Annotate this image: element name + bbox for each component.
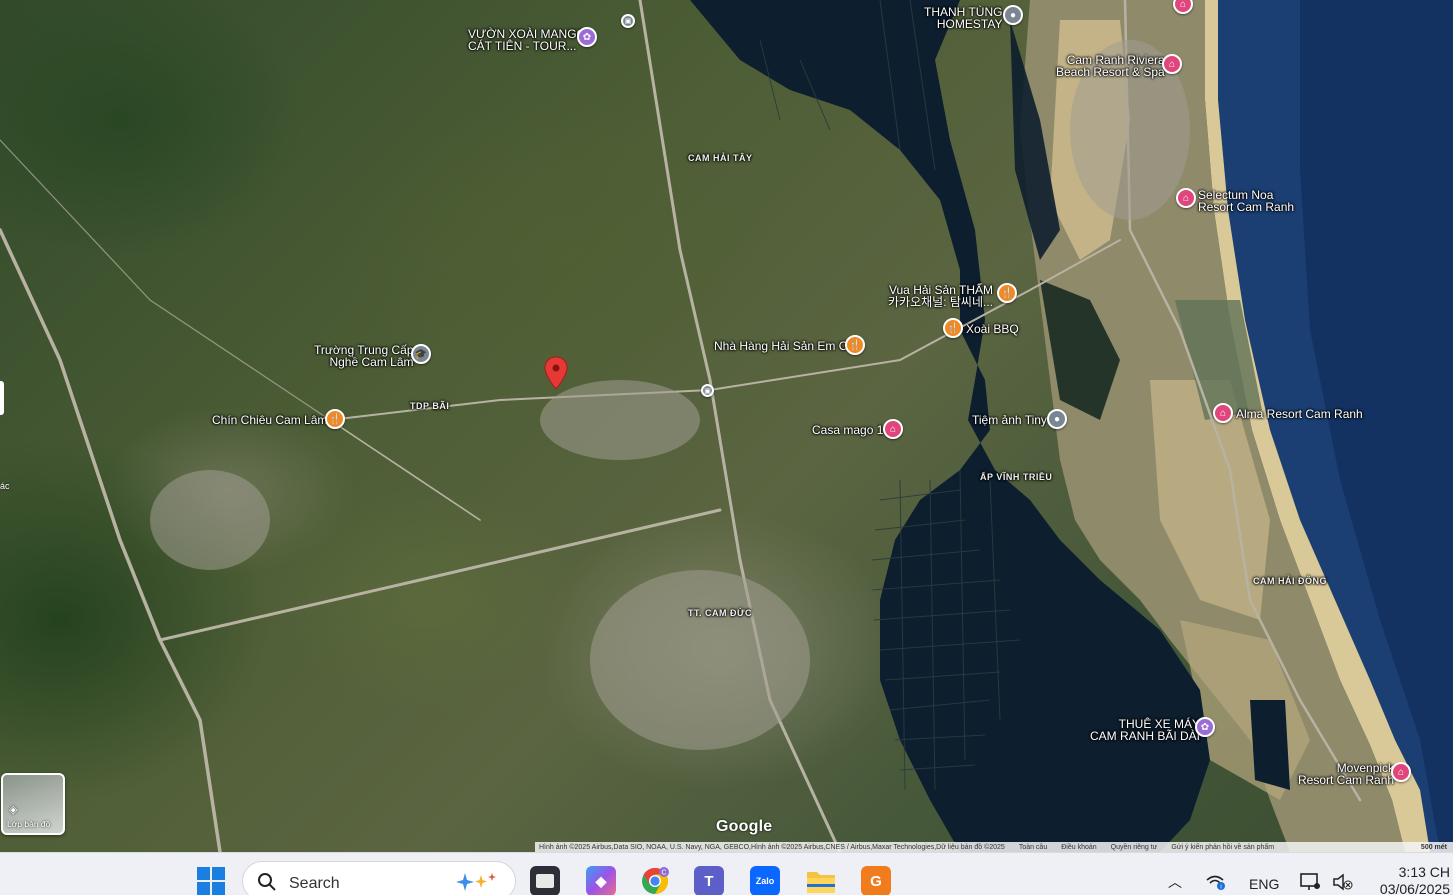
svg-text:i: i bbox=[1220, 885, 1221, 891]
area-label-cam-hai-tay: CAM HẢI TÂY bbox=[688, 153, 753, 163]
search-placeholder: Search bbox=[289, 875, 340, 892]
place-label-chin-chieu[interactable]: Chín Chiêu Cam Lâm bbox=[212, 414, 327, 426]
place-label-line: Resort Cam Ranh bbox=[1298, 773, 1395, 787]
place-label-thue-xe[interactable]: THUÊ XE MÁY CAM RANH BÃI DÀI bbox=[1090, 718, 1200, 742]
clock-time: 3:13 CH bbox=[1398, 864, 1450, 880]
place-label-movenpick[interactable]: Movenpick Resort Cam Ranh bbox=[1298, 762, 1394, 786]
hotel-pin-icon[interactable]: ⌂ bbox=[1162, 54, 1182, 74]
copilot-icon[interactable]: ◆ bbox=[586, 866, 616, 895]
search-icon bbox=[258, 873, 276, 891]
place-label-line: Nghề Cam Lâm bbox=[329, 355, 414, 369]
input-language-indicator[interactable]: ENG bbox=[1249, 876, 1279, 892]
hotel-pin-icon[interactable]: ⌂ bbox=[883, 419, 903, 439]
terms-link[interactable]: Điều khoản bbox=[1061, 844, 1096, 851]
place-label-vuon-xoai[interactable]: VƯỜN XOÀI MANGO CÁT TIÊN - TOUR... bbox=[468, 28, 586, 52]
side-panel-toggle[interactable] bbox=[0, 381, 4, 415]
zalo-icon[interactable]: Zalo bbox=[750, 866, 780, 895]
imagery-credit: Hình ảnh ©2025 Airbus,Data SIO, NOAA, U.… bbox=[539, 843, 1005, 851]
attraction-pin-icon[interactable]: ✿ bbox=[1195, 717, 1215, 737]
restaurant-pin-icon[interactable]: 🍴 bbox=[325, 409, 345, 429]
search-highlight-sparkle-icon bbox=[456, 873, 496, 891]
layers-icon: ◈ bbox=[9, 804, 18, 816]
place-label-casa-mago[interactable]: Casa mago 1 bbox=[812, 424, 883, 436]
bus-stop-icon[interactable]: ▣ bbox=[621, 14, 635, 28]
dark-folder-app-icon[interactable] bbox=[530, 866, 560, 895]
restaurant-pin-icon[interactable]: 🍴 bbox=[845, 335, 865, 355]
place-label-xoai-bbq[interactable]: Xoài BBQ bbox=[966, 323, 1019, 335]
area-label-tdp-bai: TDP BÃI bbox=[410, 401, 450, 411]
hotel-pin-icon[interactable]: ⌂ bbox=[1213, 403, 1233, 423]
place-label-vua-hai-san[interactable]: Vua Hải Sản THẨM 카카오채널: 탐씨네... bbox=[888, 284, 993, 308]
school-pin-icon[interactable]: 🎓 bbox=[411, 344, 431, 364]
satellite-map[interactable]: VƯỜN XOÀI MANGO CÁT TIÊN - TOUR... ✿ ▣ T… bbox=[0, 0, 1453, 852]
place-label-line: 카카오채널: 탐씨네... bbox=[888, 295, 993, 309]
restaurant-pin-icon[interactable]: 🍴 bbox=[997, 283, 1017, 303]
area-label-tt-cam-duc: TT. CAM ĐỨC bbox=[688, 608, 752, 618]
selected-location-pin-icon[interactable] bbox=[543, 356, 569, 390]
photo-shop-pin-icon[interactable]: ● bbox=[1047, 409, 1067, 429]
place-label-nha-hang[interactable]: Nhà Hàng Hải Sản Em Ơi bbox=[714, 340, 852, 352]
place-label-line: Resort Cam Ranh bbox=[1198, 200, 1295, 214]
place-label-line: Beach Resort & Spa bbox=[1056, 65, 1165, 79]
map-scale[interactable]: 500 mét bbox=[1421, 844, 1453, 851]
place-label-thanh-tung[interactable]: THANH TÙNG HOMESTAY bbox=[924, 6, 1002, 30]
bus-stop-icon[interactable]: ▣ bbox=[701, 384, 714, 397]
svg-text:C: C bbox=[661, 870, 666, 877]
file-explorer-icon[interactable] bbox=[806, 866, 836, 895]
restaurant-pin-icon[interactable]: 🍴 bbox=[943, 318, 963, 338]
taskbar-search-box[interactable]: Search bbox=[242, 861, 516, 895]
google-logo: Google bbox=[716, 818, 773, 835]
foxit-reader-icon[interactable]: G bbox=[861, 866, 891, 895]
network-warning-icon[interactable]: i bbox=[1205, 873, 1227, 891]
place-label-line: CAM RANH BÃI DÀI bbox=[1090, 729, 1201, 743]
place-label-line: HOMESTAY bbox=[936, 17, 1003, 31]
show-hidden-icons-chevron-icon[interactable]: ︿ bbox=[1168, 872, 1182, 892]
map-attribution-bar: Hình ảnh ©2025 Airbus,Data SIO, NOAA, U.… bbox=[535, 842, 1453, 852]
privacy-link[interactable]: Quyền riêng tư bbox=[1111, 844, 1158, 851]
feedback-link[interactable]: Gửi ý kiến phản hồi về sản phẩm bbox=[1171, 844, 1274, 851]
windows-start-icon[interactable] bbox=[196, 866, 226, 895]
lodging-pin-icon[interactable]: ● bbox=[1003, 5, 1023, 25]
place-label-line: CÁT TIÊN - TOUR... bbox=[468, 39, 577, 53]
place-label-selectum[interactable]: Selectum Noa Resort Cam Ranh bbox=[1198, 189, 1294, 213]
edge-truncated-text: ác bbox=[0, 481, 10, 491]
clock-date: 03/06/2025 bbox=[1379, 881, 1450, 895]
place-label-alma[interactable]: Alma Resort Cam Ranh bbox=[1236, 408, 1363, 420]
monitor-network-icon[interactable] bbox=[1300, 872, 1322, 892]
hotel-pin-icon[interactable]: ⌂ bbox=[1391, 762, 1411, 782]
place-label-truong-trung-cap[interactable]: Trường Trung Cấp Nghề Cam Lâm bbox=[314, 344, 414, 368]
place-label-cam-ranh-riviera[interactable]: Cam Ranh Riviera Beach Resort & Spa bbox=[1056, 54, 1165, 78]
map-layers-label: Lớp bản đồ bbox=[7, 819, 51, 829]
teams-icon[interactable]: T bbox=[694, 866, 724, 895]
attraction-pin-icon[interactable]: ✿ bbox=[577, 27, 597, 47]
area-label-cam-hai-dong: CAM HẢI ĐÔNG bbox=[1253, 576, 1327, 586]
global-link[interactable]: Toàn cầu bbox=[1019, 844, 1047, 851]
speaker-muted-icon[interactable] bbox=[1332, 873, 1354, 891]
taskbar-clock[interactable]: 3:13 CH 03/06/2025 bbox=[1370, 864, 1450, 895]
area-label-ap-vinh-trieu: ẤP VĨNH TRIỀU bbox=[980, 472, 1053, 482]
place-label-tiem-anh[interactable]: Tiệm ảnh Tiny bbox=[972, 414, 1047, 426]
hotel-pin-icon[interactable]: ⌂ bbox=[1176, 188, 1196, 208]
map-layers-button[interactable]: ◈ Lớp bản đồ bbox=[1, 773, 65, 835]
chrome-icon[interactable]: C bbox=[640, 866, 670, 895]
